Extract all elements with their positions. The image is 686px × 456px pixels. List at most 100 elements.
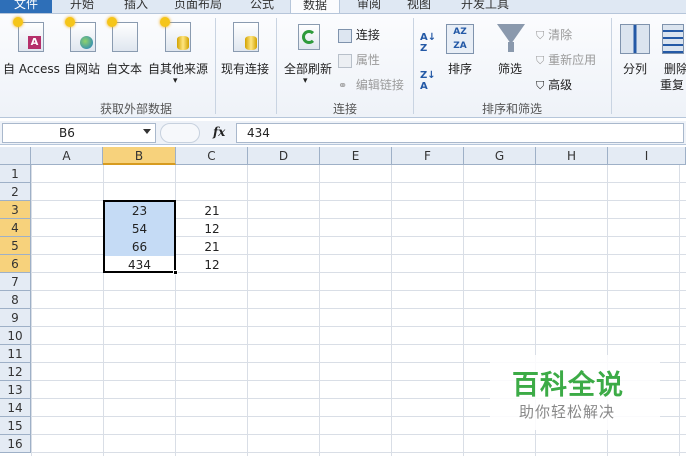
properties-icon xyxy=(338,53,352,68)
remove-duplicates-icon xyxy=(662,24,684,54)
refresh-icon xyxy=(298,24,320,50)
sort-za-icon: Z↓ A xyxy=(420,70,436,92)
column-header[interactable]: D xyxy=(248,147,320,165)
group-separator xyxy=(611,18,612,114)
column-header[interactable]: C xyxy=(176,147,248,165)
row-header[interactable]: 5 xyxy=(0,237,31,255)
dropdown-arrow-icon[interactable]: ▾ xyxy=(303,76,308,86)
sort-descending-button[interactable]: Z↓ A xyxy=(420,70,436,92)
worksheet-grid: A B C D E F G H I 1 2 3 4 5 6 7 8 9 10 1… xyxy=(0,147,686,456)
row-header[interactable]: 11 xyxy=(0,345,31,363)
filter-label[interactable]: 筛选 xyxy=(498,60,522,77)
row-header[interactable]: 8 xyxy=(0,291,31,309)
edit-links-label: 编辑链接 xyxy=(355,78,404,92)
column-header[interactable]: A xyxy=(31,147,103,165)
cell-c4[interactable]: 12 xyxy=(176,220,248,238)
tab-page-layout[interactable]: 页面布局 xyxy=(165,0,231,13)
insert-function-icon[interactable]: fx xyxy=(213,125,225,139)
from-web-button[interactable] xyxy=(65,17,96,52)
from-other-sources-button[interactable] xyxy=(160,17,191,52)
row-header[interactable]: 9 xyxy=(0,309,31,327)
row-header[interactable]: 10 xyxy=(0,327,31,345)
row-header[interactable]: 14 xyxy=(0,399,31,417)
clear-filter-button[interactable]: ⛉ 清除 xyxy=(536,26,572,43)
edit-links-button[interactable]: ⚭ 编辑链接 xyxy=(338,76,404,93)
refresh-all-label[interactable]: 全部刷新 xyxy=(284,60,332,77)
watermark-title: 百科全说 xyxy=(512,370,624,401)
existing-connections-button[interactable] xyxy=(233,22,259,52)
from-access-label[interactable]: 自 Access xyxy=(3,60,60,77)
from-text-button[interactable] xyxy=(107,17,138,52)
connections-button[interactable]: 连接 xyxy=(338,26,380,43)
ribbon-data: A 自 Access 自网站 自文本 自其他来源 ▾ 现有连接 获取外部数据 全… xyxy=(0,14,686,118)
sort-az-icon: A↓ Z xyxy=(420,32,437,54)
advanced-filter-button[interactable]: ⛉ 高级 xyxy=(536,76,572,93)
text-file-icon xyxy=(107,17,138,52)
tab-developer[interactable]: 开发工具 xyxy=(450,0,520,13)
group-label-sort-filter: 排序和筛选 xyxy=(481,102,542,116)
formula-bar-divider-handle[interactable] xyxy=(160,123,200,143)
row-header[interactable]: 4 xyxy=(0,219,31,237)
from-access-button[interactable]: A xyxy=(13,17,44,52)
row-header[interactable]: 6 xyxy=(0,255,31,273)
connections-label: 连接 xyxy=(355,28,380,42)
row-header[interactable]: 12 xyxy=(0,363,31,381)
sort-button[interactable]: AZ ZA xyxy=(446,24,474,54)
row-header[interactable]: 2 xyxy=(0,183,31,201)
sort-label[interactable]: 排序 xyxy=(448,60,472,77)
row-header[interactable]: 3 xyxy=(0,201,31,219)
existing-connections-icon xyxy=(233,22,259,52)
existing-connections-label[interactable]: 现有连接 xyxy=(221,60,269,77)
fill-handle[interactable] xyxy=(173,270,178,275)
sort-ascending-button[interactable]: A↓ Z xyxy=(420,32,436,54)
column-header[interactable]: B xyxy=(103,147,176,165)
column-header[interactable]: I xyxy=(608,147,686,165)
tab-home[interactable]: 开始 xyxy=(58,0,106,13)
remove-duplicates-label-2[interactable]: 重复 xyxy=(660,76,684,93)
ribbon-tab-strip: 文件 开始 插入 页面布局 公式 数据 审阅 视图 开发工具 xyxy=(0,0,686,14)
from-web-label[interactable]: 自网站 xyxy=(64,60,100,77)
from-other-sources-label[interactable]: 自其他来源 xyxy=(148,60,208,77)
row-header[interactable]: 7 xyxy=(0,273,31,291)
reapply-button[interactable]: ⛉ 重新应用 xyxy=(536,51,596,68)
selection-border xyxy=(103,200,176,273)
name-box[interactable]: B6 xyxy=(2,123,156,143)
cell-c3[interactable]: 21 xyxy=(176,202,248,220)
tab-data[interactable]: 数据 xyxy=(290,0,340,13)
tab-view[interactable]: 视图 xyxy=(395,0,443,13)
refresh-all-button[interactable] xyxy=(298,24,320,50)
tab-formulas[interactable]: 公式 xyxy=(238,0,286,13)
select-all-button[interactable] xyxy=(0,147,31,165)
text-to-columns-label[interactable]: 分列 xyxy=(623,60,647,77)
chevron-down-icon[interactable] xyxy=(143,129,151,134)
cell-c6[interactable]: 12 xyxy=(176,256,248,274)
column-header[interactable]: G xyxy=(464,147,536,165)
row-header[interactable]: 15 xyxy=(0,417,31,435)
tab-file[interactable]: 文件 xyxy=(0,0,52,13)
sort-dialog-icon: AZ ZA xyxy=(446,24,474,54)
properties-button[interactable]: 属性 xyxy=(338,51,380,68)
clear-filter-label: 清除 xyxy=(548,28,573,42)
advanced-filter-icon: ⛉ xyxy=(536,79,545,92)
tab-review[interactable]: 审阅 xyxy=(345,0,393,13)
row-header[interactable]: 1 xyxy=(0,165,31,183)
cell-c5[interactable]: 21 xyxy=(176,238,248,256)
link-icon: ⚭ xyxy=(338,78,348,92)
column-header[interactable]: H xyxy=(536,147,608,165)
reapply-label: 重新应用 xyxy=(548,53,597,67)
row-header[interactable]: 13 xyxy=(0,381,31,399)
tab-insert[interactable]: 插入 xyxy=(112,0,160,13)
web-icon xyxy=(65,17,96,52)
text-to-columns-button[interactable] xyxy=(620,24,650,54)
group-label-external-data: 获取外部数据 xyxy=(99,102,172,116)
watermark-subtitle: 助你轻松解决 xyxy=(519,403,616,421)
from-text-label[interactable]: 自文本 xyxy=(106,60,142,77)
column-header[interactable]: E xyxy=(320,147,392,165)
column-header[interactable]: F xyxy=(392,147,464,165)
row-header[interactable]: 16 xyxy=(0,435,31,453)
dropdown-arrow-icon[interactable]: ▾ xyxy=(173,76,178,86)
filter-button[interactable] xyxy=(497,24,525,52)
remove-duplicates-button[interactable] xyxy=(662,24,684,54)
formula-input[interactable]: 434 xyxy=(236,123,684,143)
remove-duplicates-label-1[interactable]: 删除 xyxy=(664,60,686,77)
